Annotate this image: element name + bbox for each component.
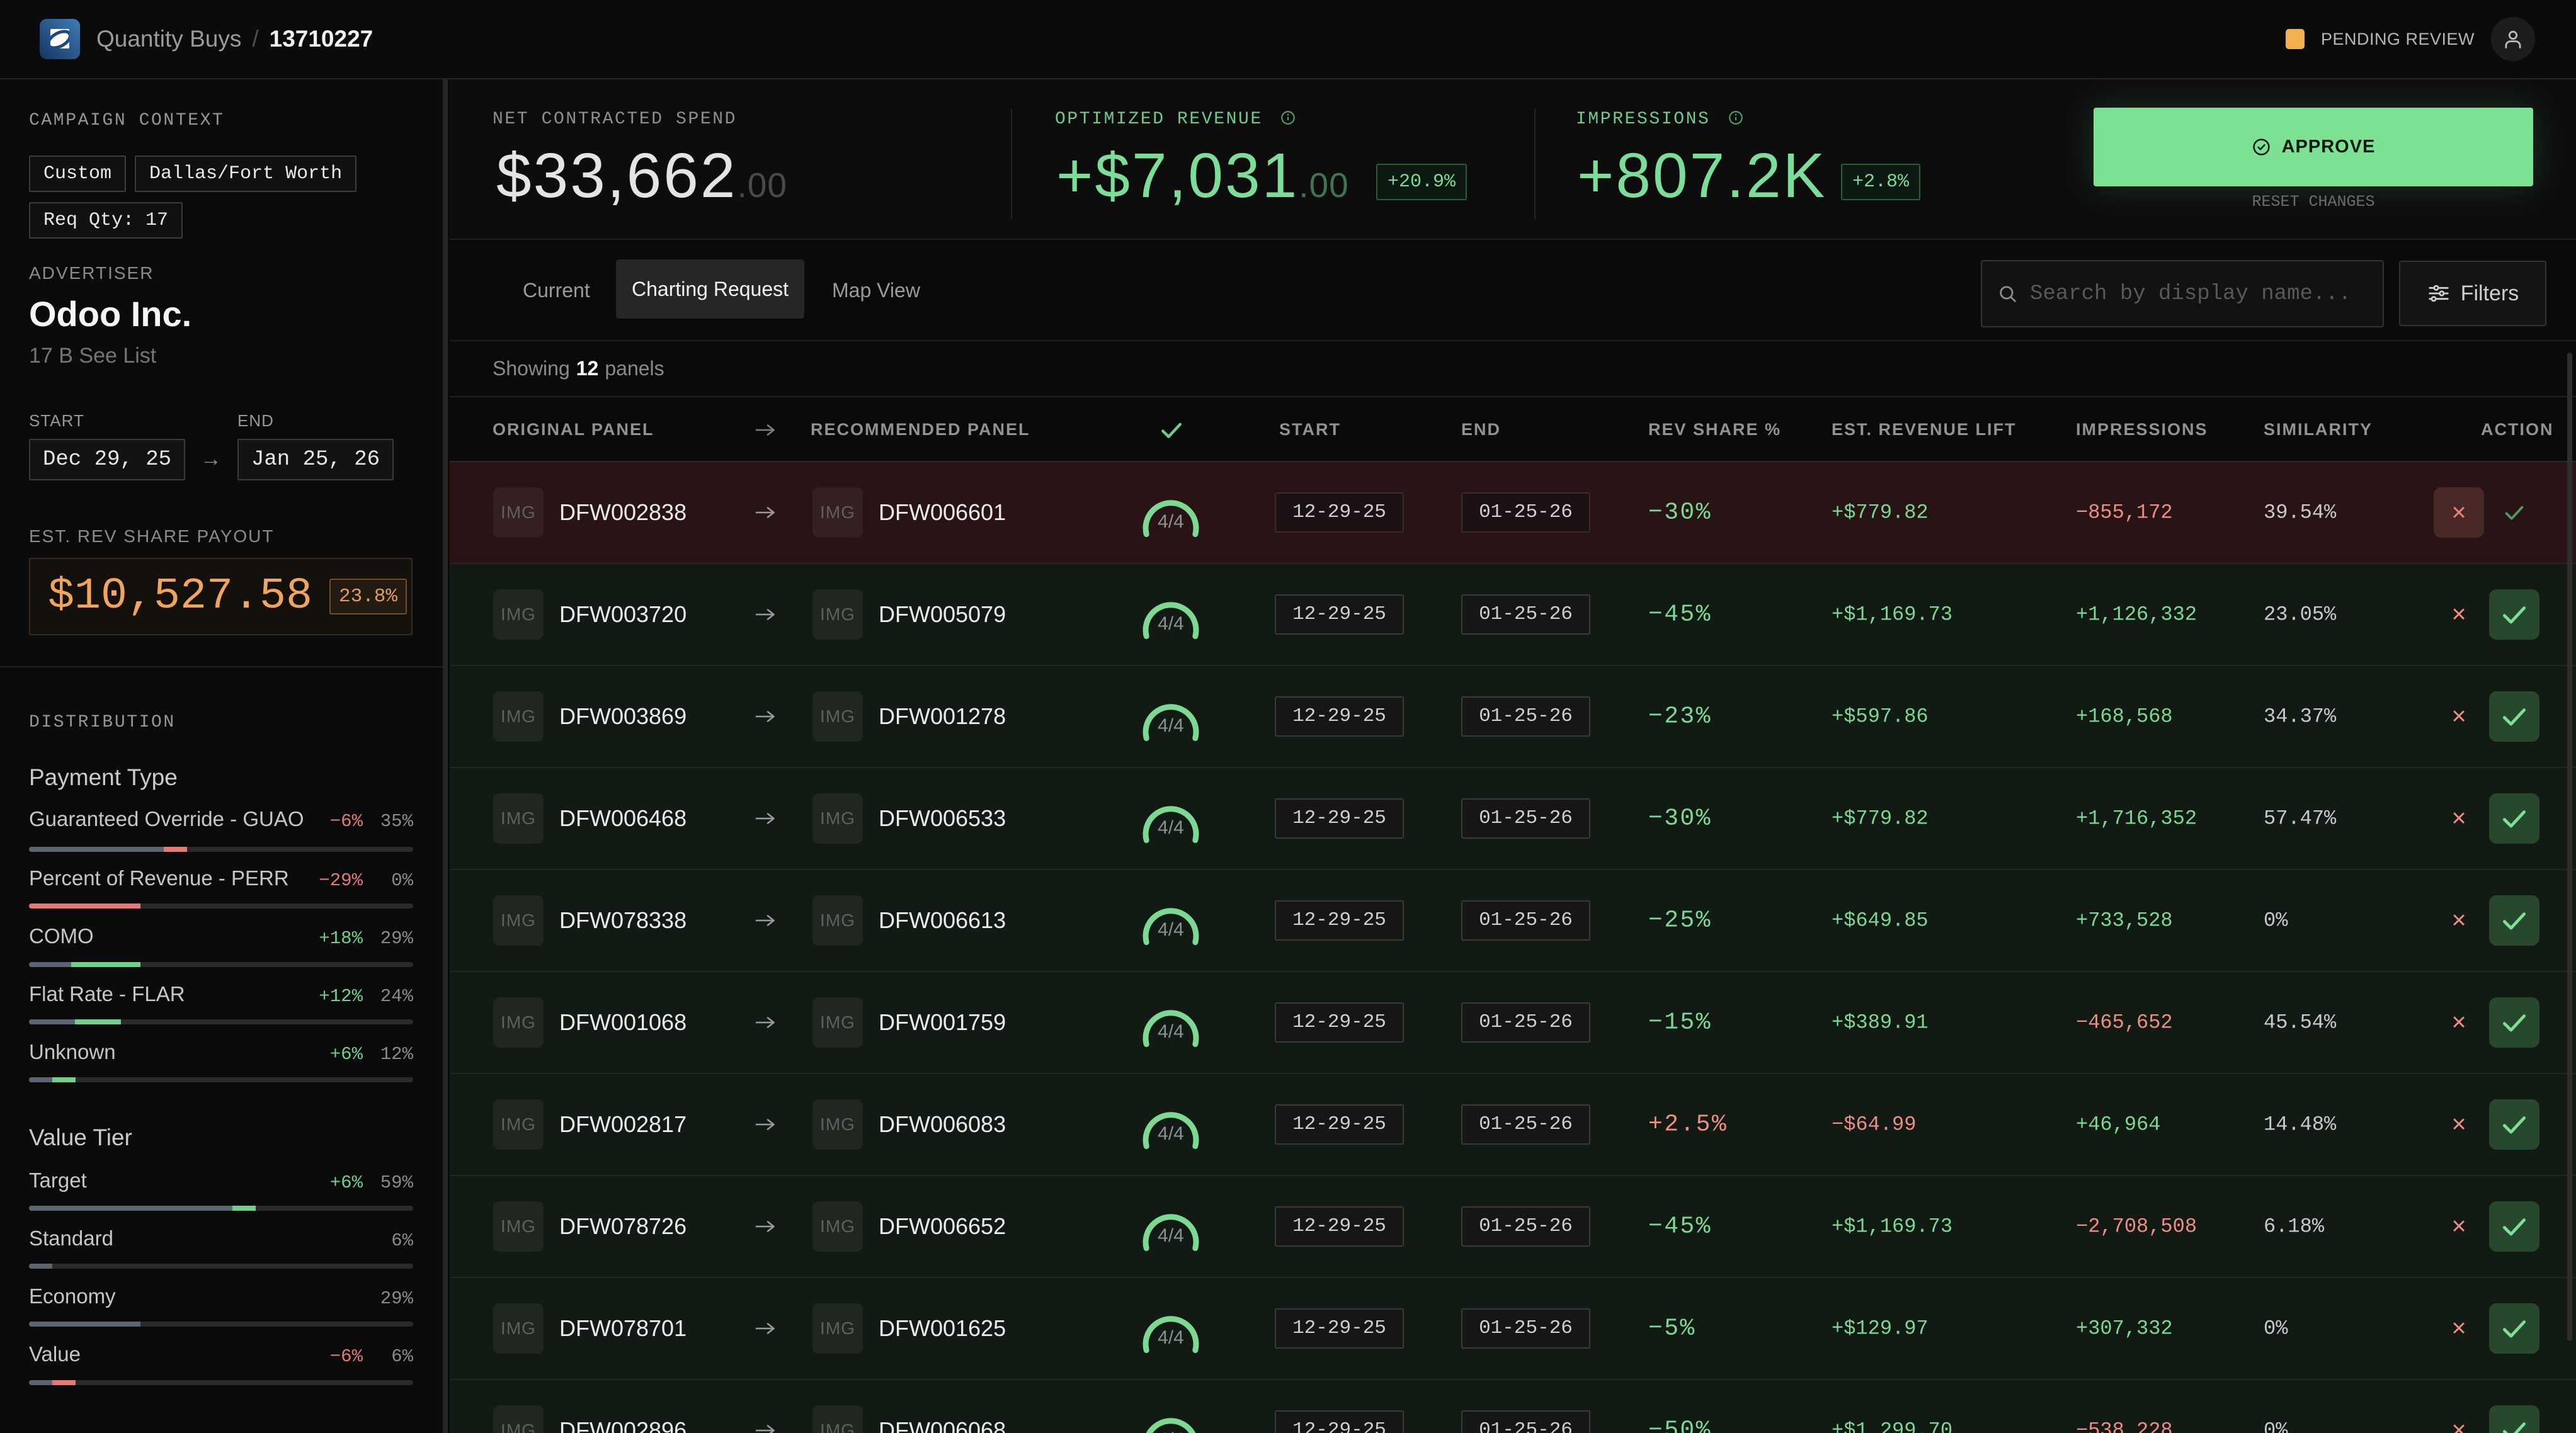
svg-text:4/4: 4/4: [1158, 817, 1184, 838]
svg-text:4/4: 4/4: [1158, 1327, 1184, 1348]
svg-text:4/4: 4/4: [1158, 511, 1184, 532]
svg-text:4/4: 4/4: [1158, 715, 1184, 736]
svg-text:4/4: 4/4: [1158, 613, 1184, 634]
svg-text:4/4: 4/4: [1158, 1123, 1184, 1144]
svg-text:4/4: 4/4: [1158, 919, 1184, 940]
svg-text:4/4: 4/4: [1158, 1021, 1184, 1042]
svg-text:4/4: 4/4: [1158, 1225, 1184, 1246]
svg-text:4/4: 4/4: [1158, 1429, 1184, 1433]
